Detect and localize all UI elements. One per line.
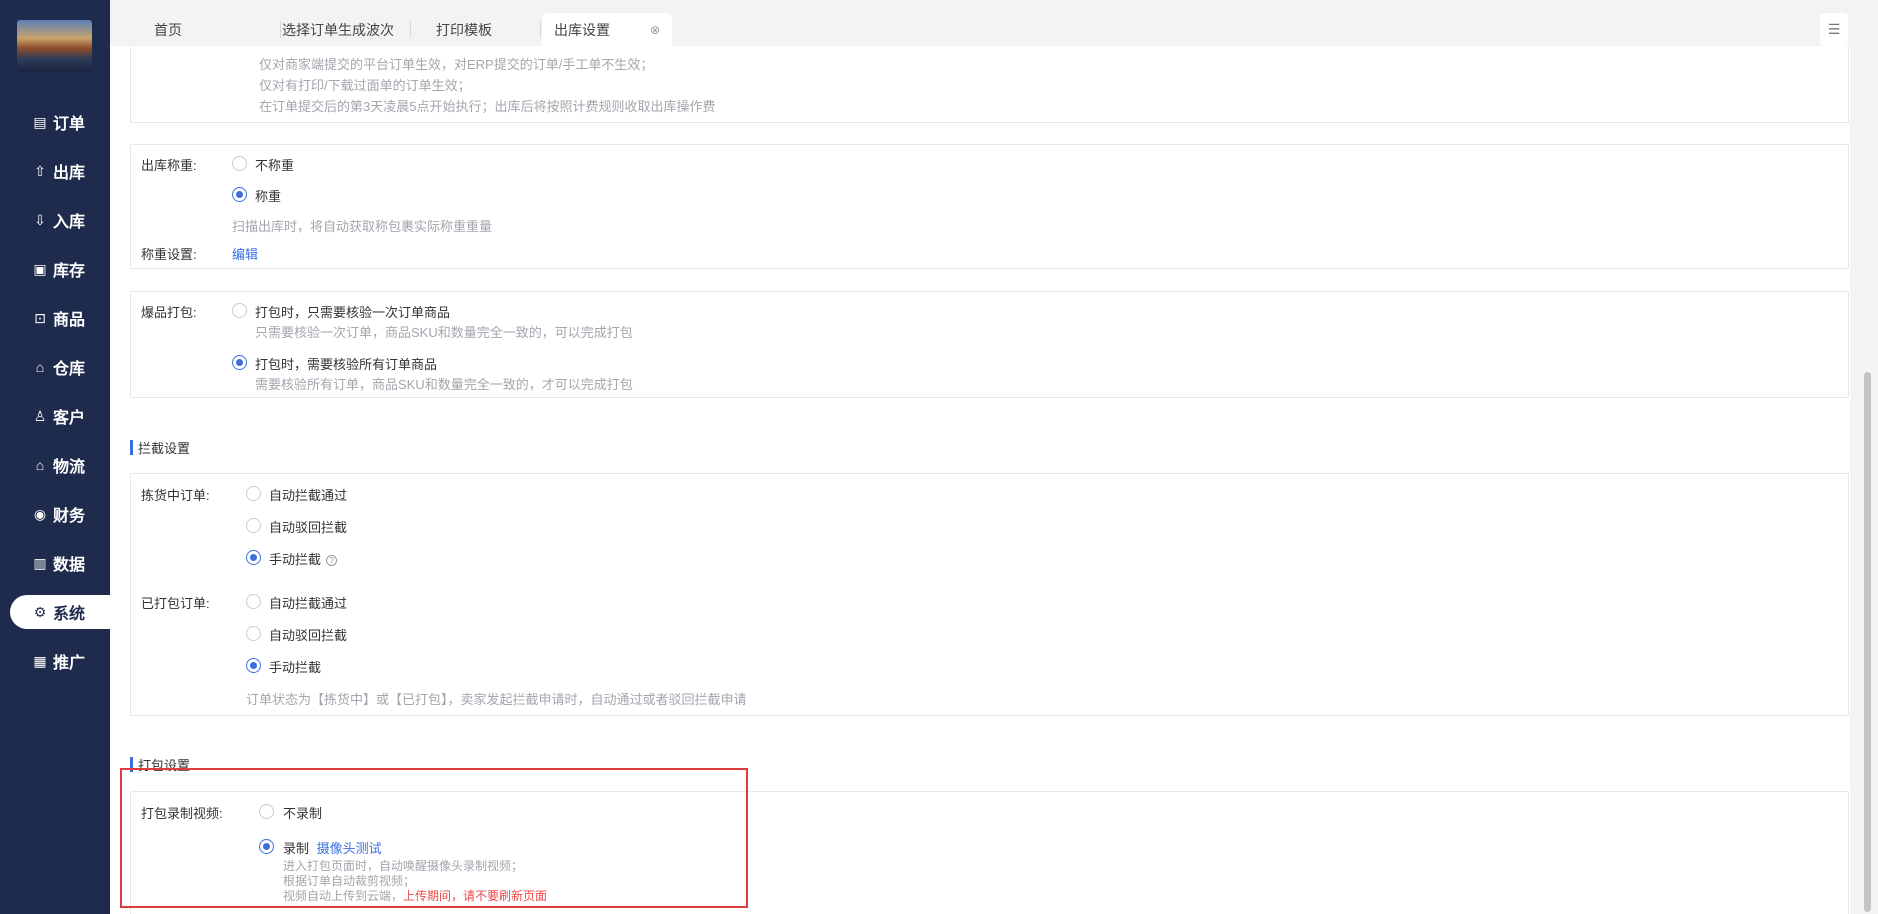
weighing-setting-label: 称重设置:: [141, 247, 197, 262]
packed-auto-pass-option[interactable]: 自动拦截通过: [269, 593, 347, 612]
section-title-text: 拦截设置: [138, 441, 191, 456]
intercept-card: 拣货中订单: 自动拦截通过 自动驳回拦截 手动拦截? 已打包订单: 自动拦截通过…: [130, 473, 1849, 716]
tab-print-template[interactable]: 打印模板: [436, 13, 492, 46]
picking-auto-reject-option[interactable]: 自动驳回拦截: [269, 517, 347, 536]
tab-outbound-settings[interactable]: 出库设置 ⊗: [542, 13, 673, 46]
rule-note: 仅对有打印/下载过面单的订单生效；: [259, 78, 471, 93]
packed-manual-option[interactable]: 手动拦截: [269, 657, 321, 676]
sidebar-item-label: 财务: [53, 508, 86, 525]
packed-manual-radio[interactable]: [246, 658, 261, 673]
picking-auto-pass-option[interactable]: 自动拦截通过: [269, 485, 347, 504]
picking-manual-label: 手动拦截: [269, 552, 322, 567]
sidebar-item-label: 推广: [53, 655, 86, 672]
goods-icon: ⊡: [34, 309, 46, 326]
tab-label: 出库设置: [554, 21, 610, 38]
bulk-pack-label: 爆品打包:: [141, 305, 197, 320]
edit-weighing-link[interactable]: 编辑: [232, 244, 258, 263]
sidebar-item-label: 出库: [53, 165, 86, 182]
help-icon[interactable]: ?: [326, 555, 338, 567]
bulk-pack-card: 爆品打包: 打包时，只需要核验一次订单商品 只需要核验一次订单，商品SKU和数量…: [130, 291, 1849, 398]
sidebar-item[interactable]: ⇧ 出库: [10, 154, 110, 188]
sidebar-item-label: 仓库: [53, 361, 86, 378]
sidebar-item[interactable]: ⌂ 物流: [10, 448, 110, 482]
logistics-icon: ⌂: [35, 457, 45, 473]
weighing-card: 出库称重: 不称重 称重 扫描出库时，将自动获取称包裹实际称重重量 称重设置: …: [130, 144, 1849, 269]
rule-note: 在订单提交后的第3天凌晨5点开始执行；出库后将按照计费规则收取出库操作费: [259, 99, 716, 114]
tab-bar: 首页 选择订单生成波次 打印模板 出库设置 ⊗ ☰: [130, 13, 1848, 46]
weighing-hint: 扫描出库时，将自动获取称包裹实际称重重量: [232, 219, 493, 234]
finance-icon: ◉: [33, 505, 47, 522]
packed-orders-label: 已打包订单:: [141, 596, 210, 611]
sidebar-item[interactable]: ⚙ 系统: [10, 595, 110, 629]
packed-auto-pass-radio[interactable]: [246, 594, 261, 609]
tab-menu-icon[interactable]: ☰: [1820, 13, 1848, 46]
picking-orders-label: 拣货中订单:: [141, 488, 210, 503]
sidebar-item-label: 入库: [53, 214, 86, 231]
promotion-icon: ▦: [33, 652, 47, 669]
sidebar-item-label: 订单: [53, 116, 86, 133]
no-weigh-option[interactable]: 不称重: [255, 155, 294, 174]
sidebar-item-label: 客户: [53, 410, 86, 427]
tab-divider: [410, 21, 411, 38]
inventory-icon: ▣: [33, 260, 47, 277]
sidebar-item[interactable]: ▦ 推广: [10, 644, 110, 678]
scrollbar-thumb[interactable]: [1864, 372, 1871, 912]
customer-icon: ♙: [33, 407, 47, 424]
weigh-option[interactable]: 称重: [255, 186, 281, 205]
tab-label: 打印模板: [436, 21, 492, 38]
picking-auto-reject-radio[interactable]: [246, 518, 261, 533]
settings-icon: ⚙: [33, 603, 47, 620]
section-accent-bar: [130, 440, 133, 455]
tab-home[interactable]: 首页: [154, 13, 182, 46]
no-weigh-radio[interactable]: [232, 156, 247, 171]
rule-note: 仅对商家端提交的平台订单生效，对ERP提交的订单/手工单不生效；: [259, 57, 654, 72]
picking-manual-radio[interactable]: [246, 550, 261, 565]
sidebar-item-label: 商品: [53, 312, 86, 329]
order-icon: ▤: [33, 113, 47, 130]
tab-label: 首页: [154, 21, 182, 38]
sidebar-item[interactable]: ▤ 订单: [10, 105, 110, 139]
sidebar-item-label: 数据: [53, 557, 86, 574]
warehouse-icon: ⌂: [35, 359, 45, 375]
sidebar-item[interactable]: ♙ 客户: [10, 399, 110, 433]
verify-all-desc: 需要核验所有订单，商品SKU和数量完全一致的，才可以完成打包: [255, 377, 633, 392]
highlight-box: [120, 768, 748, 908]
verify-once-desc: 只需要核验一次订单，商品SKU和数量完全一致的，可以完成打包: [255, 325, 633, 340]
sidebar-item[interactable]: ◉ 财务: [10, 497, 110, 531]
tab-divider: [540, 21, 541, 38]
data-icon: ▥: [33, 554, 47, 571]
outbound-icon: ⇧: [34, 162, 46, 179]
sidebar-item-label: 系统: [53, 606, 86, 623]
sidebar-item-label: 库存: [53, 263, 86, 280]
verify-all-radio[interactable]: [232, 355, 247, 370]
verify-once-radio[interactable]: [232, 303, 247, 318]
picking-manual-option[interactable]: 手动拦截?: [269, 549, 338, 568]
sidebar-item-label: 物流: [53, 459, 86, 476]
close-icon[interactable]: ⊗: [650, 23, 660, 37]
intercept-section-title: 拦截设置: [130, 438, 190, 457]
rules-card: 仅对商家端提交的平台订单生效，对ERP提交的订单/手工单不生效； 仅对有打印/下…: [130, 46, 1849, 123]
packed-auto-reject-radio[interactable]: [246, 626, 261, 641]
weighing-label: 出库称重:: [141, 158, 197, 173]
sidebar-item[interactable]: ⌂ 仓库: [10, 350, 110, 384]
packed-auto-reject-option[interactable]: 自动驳回拦截: [269, 625, 347, 644]
picking-auto-pass-radio[interactable]: [246, 486, 261, 501]
verify-once-option[interactable]: 打包时，只需要核验一次订单商品: [255, 302, 450, 321]
intercept-hint: 订单状态为【拣货中】或【已打包】，卖家发起拦截申请时，自动通过或者驳回拦截申请: [246, 692, 747, 707]
inbound-icon: ⇩: [34, 211, 46, 228]
sidebar-item[interactable]: ⇩ 入库: [10, 203, 110, 237]
verify-all-option[interactable]: 打包时，需要核验所有订单商品: [255, 354, 437, 373]
tab-label: 选择订单生成波次: [282, 21, 394, 38]
sidebar-item[interactable]: ⊡ 商品: [10, 301, 110, 335]
sidebar-item[interactable]: ▣ 库存: [10, 252, 110, 286]
sidebar: ▤ 订单 ⇧ 出库 ⇩ 入库 ▣ 库存 ⊡ 商品 ⌂ 仓库 ♙ 客户 ⌂ 物流 ◉ 财务 ▥ 数据 ⚙ 系统 ▦ 推广: [0, 0, 110, 914]
tab-select-orders-wave[interactable]: 选择订单生成波次: [272, 13, 394, 46]
sidebar-item[interactable]: ▥ 数据: [10, 546, 110, 580]
weigh-radio[interactable]: [232, 187, 247, 202]
app-logo: [17, 20, 92, 72]
